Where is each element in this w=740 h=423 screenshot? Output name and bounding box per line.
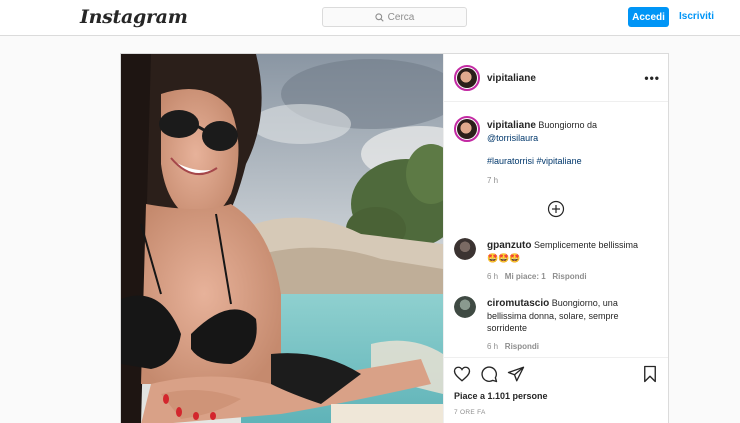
top-navigation: Instagram Cerca Accedi Iscriviti [0,0,740,36]
reply-button[interactable]: Rispondi [552,272,586,281]
author-username[interactable]: vipitaliane [487,73,536,84]
caption-avatar[interactable] [454,116,480,142]
plus-circle-icon[interactable] [547,200,565,218]
search-input[interactable]: Cerca [322,7,467,27]
comment: gpanzuto Semplicemente bellissima 🤩🤩🤩 [487,239,662,264]
likes-count[interactable]: Piace a 1.101 persone [454,391,548,401]
commenter-avatar[interactable] [454,238,476,260]
comment-text: Buongiorno, una [551,298,618,308]
paper-plane-icon[interactable] [507,365,525,383]
comment-text: Semplicemente bellissima [533,240,638,250]
signup-link[interactable]: Iscriviti [679,11,714,22]
comment-icon[interactable] [480,365,498,383]
hashtag[interactable]: #lauratorrisi [487,156,534,166]
author-avatar[interactable] [454,65,480,91]
post-sidebar: vipitaliane ••• vipitaliane Buongiorno d… [443,54,668,423]
post-photo[interactable] [121,54,443,423]
comment-meta: 6 h Rispondi [487,342,539,351]
comment-text: bellissima donna, solare, sempre [487,311,619,321]
comment-meta: 6 h Mi piace: 1 Rispondi [487,272,587,281]
comment-username[interactable]: ciromutascio [487,298,549,309]
caption: vipitaliane Buongiorno da @torrisilaura [487,119,662,144]
instagram-logo[interactable]: Instagram [80,6,188,28]
post-time: 7 ORE FA [454,409,486,416]
post-card: vipitaliane ••• vipitaliane Buongiorno d… [120,53,669,423]
caption-mention[interactable]: @torrisilaura [487,133,538,143]
reply-button[interactable]: Rispondi [505,342,539,351]
post-photo-image [121,54,443,423]
comment-time: 6 h [487,342,499,351]
comment-text: sorridente [487,323,528,333]
heart-icon[interactable] [453,365,471,383]
caption-time: 7 h [487,176,499,185]
commenter-avatar[interactable] [454,296,476,318]
post-header: vipitaliane ••• [444,54,668,102]
comment-emoji: 🤩🤩🤩 [487,253,521,263]
search-icon [375,12,384,22]
caption-username[interactable]: vipitaliane [487,120,536,131]
more-options-icon[interactable]: ••• [644,71,660,85]
hashtag[interactable]: #vipitaliane [537,156,582,166]
comment-likes[interactable]: Mi piace: 1 [505,272,546,281]
comment: ciromutascio Buongiorno, una bellissima … [487,297,662,334]
search-placeholder: Cerca [387,11,415,23]
comment-time: 6 h [487,272,499,281]
caption-text: Buongiorno da [538,120,597,130]
login-button[interactable]: Accedi [628,7,669,27]
post-actions: Piace a 1.101 persone 7 ORE FA [444,357,668,423]
comment-username[interactable]: gpanzuto [487,240,531,251]
caption-hashtags: #lauratorrisi #vipitaliane [487,155,582,167]
bookmark-icon[interactable] [642,365,658,383]
